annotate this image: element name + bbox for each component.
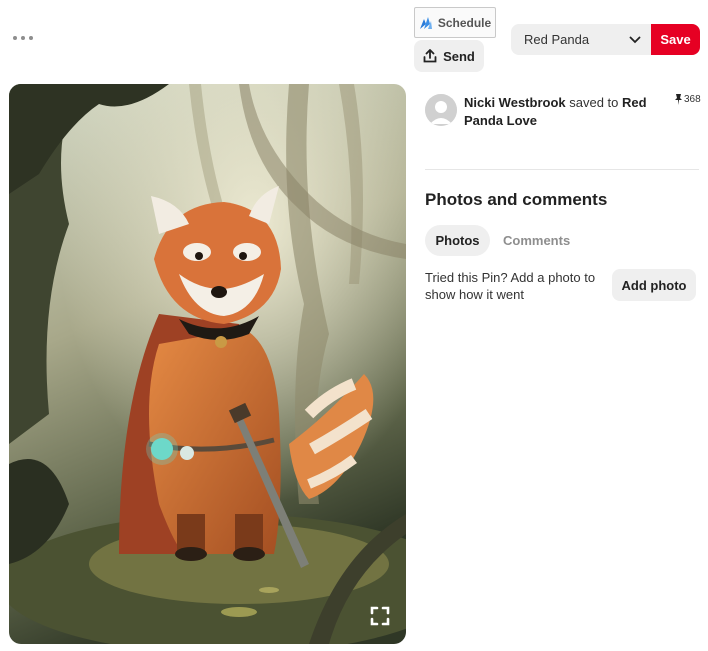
divider [425, 169, 699, 170]
expand-icon[interactable] [368, 604, 392, 628]
repin-count-value: 368 [684, 94, 701, 105]
pin-image[interactable] [9, 84, 406, 644]
tab-photos-label: Photos [435, 233, 480, 248]
avatar[interactable] [425, 94, 457, 126]
schedule-label: Schedule [437, 15, 492, 30]
add-photo-button[interactable]: Add photo [612, 269, 696, 301]
board-select-value: Red Panda [524, 32, 590, 47]
tab-comments-label: Comments [503, 233, 571, 248]
attribution-user[interactable]: Nicki Westbrook [464, 95, 566, 110]
attribution-action: saved to [565, 95, 622, 110]
tab-comments[interactable]: Comments [503, 225, 570, 256]
board-select[interactable]: Red Panda [511, 24, 651, 55]
save-button[interactable]: Save [651, 24, 700, 55]
section-title: Photos and comments [425, 190, 608, 209]
schedule-button[interactable]: Schedule [414, 7, 496, 38]
more-options-button[interactable] [13, 28, 33, 48]
repin-count: 368 [674, 94, 701, 105]
share-icon [423, 49, 437, 63]
tab-photos[interactable]: Photos [425, 225, 490, 256]
pin-attribution: Nicki Westbrook saved to Red Panda Love [464, 94, 654, 130]
send-button[interactable]: Send [414, 40, 484, 72]
add-photo-label: Add photo [621, 277, 687, 293]
chevron-down-icon [629, 36, 641, 43]
send-label: Send [443, 48, 475, 64]
red-panda-illustration [9, 84, 406, 644]
schedule-icon [419, 16, 432, 29]
pin-icon [675, 94, 682, 105]
add-photo-prompt: Tried this Pin? Add a photo to show how … [425, 270, 596, 302]
user-icon [425, 94, 457, 126]
save-label: Save [660, 32, 691, 47]
ellipsis-icon [13, 36, 17, 40]
